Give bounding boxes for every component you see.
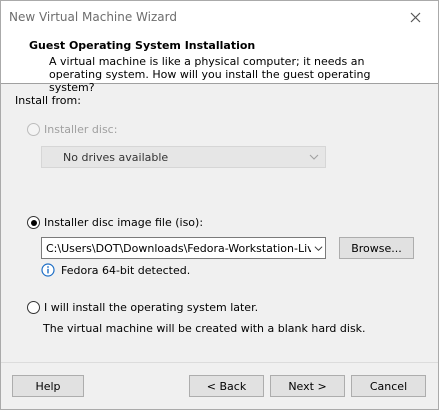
cancel-button[interactable]: Cancel xyxy=(351,375,426,397)
installer-disc-radio[interactable] xyxy=(27,123,40,136)
window-title: New Virtual Machine Wizard xyxy=(9,10,177,24)
close-button[interactable] xyxy=(392,1,438,34)
install-later-option[interactable]: I will install the operating system late… xyxy=(27,301,258,314)
iso-path-value: C:\Users\DOT\Downloads\Fedora-Workstatio… xyxy=(46,241,326,255)
install-from-label: Install from: xyxy=(15,94,81,107)
next-button[interactable]: Next > xyxy=(270,375,345,397)
drive-dropdown[interactable]: No drives available xyxy=(41,146,326,168)
help-button[interactable]: Help xyxy=(12,375,84,397)
install-later-label: I will install the operating system late… xyxy=(44,301,259,314)
title-bar: New Virtual Machine Wizard xyxy=(1,1,438,34)
install-later-radio[interactable] xyxy=(27,301,40,314)
installer-disc-option[interactable]: Installer disc: xyxy=(27,123,117,136)
footer-divider xyxy=(1,362,438,363)
info-icon xyxy=(41,263,55,277)
wizard-window: New Virtual Machine Wizard Guest Operati… xyxy=(0,0,439,410)
installer-disc-label: Installer disc: xyxy=(44,123,118,136)
browse-button[interactable]: Browse... xyxy=(339,237,414,259)
back-button[interactable]: < Back xyxy=(189,375,264,397)
page-title: Guest Operating System Installation xyxy=(29,39,256,52)
drive-dropdown-value: No drives available xyxy=(63,150,169,164)
chevron-down-icon xyxy=(309,154,319,160)
iso-radio[interactable] xyxy=(27,216,40,229)
detection-text: Fedora 64-bit detected. xyxy=(61,263,191,277)
install-later-note: The virtual machine will be created with… xyxy=(43,322,366,335)
detection-status: Fedora 64-bit detected. xyxy=(41,263,190,277)
chevron-down-icon xyxy=(314,245,322,251)
wizard-header: Guest Operating System Installation A vi… xyxy=(1,34,438,94)
iso-label: Installer disc image file (iso): xyxy=(44,216,204,229)
iso-path-input[interactable]: C:\Users\DOT\Downloads\Fedora-Workstatio… xyxy=(41,237,326,259)
close-icon xyxy=(410,12,420,23)
iso-path-dropdown-button[interactable] xyxy=(311,238,325,258)
iso-option[interactable]: Installer disc image file (iso): xyxy=(27,216,203,229)
page-description: A virtual machine is like a physical com… xyxy=(49,55,371,94)
